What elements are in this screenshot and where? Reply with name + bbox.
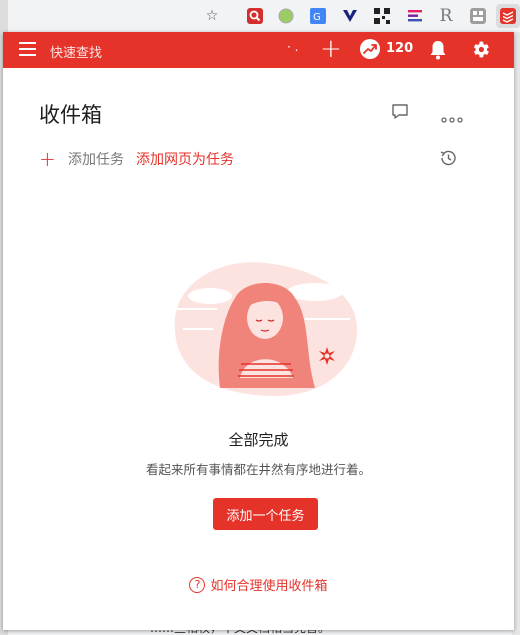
loading-dots: · . (287, 40, 299, 54)
comment-icon[interactable] (391, 103, 409, 120)
quick-add-button[interactable]: + (320, 35, 342, 63)
menu-icon[interactable] (19, 42, 36, 56)
add-webpage-task-link[interactable]: 添加网页为任务 (136, 149, 234, 169)
grid-ext-icon[interactable] (468, 6, 488, 26)
more-options-icon[interactable] (441, 108, 463, 123)
bell-icon[interactable] (429, 40, 447, 60)
add-task-row[interactable]: + 添加任务 添加网页为任务 (39, 147, 234, 171)
inbox-help-link[interactable]: ? 如何合理使用收件箱 (3, 575, 514, 594)
browser-toolbar: ☆ G R (0, 0, 520, 32)
karma-icon[interactable] (360, 39, 380, 59)
qr-ext-icon[interactable] (372, 6, 392, 26)
top-bar: 快速查找 · . + 120 (3, 32, 514, 68)
empty-state-subtitle: 看起来所有事情都在井然有序地进行着。 (145, 462, 371, 477)
help-icon[interactable]: ? (189, 576, 206, 593)
add-task-link[interactable]: 添加任务 (68, 149, 124, 169)
empty-state-title: 全部完成 (228, 431, 289, 449)
search-ext-icon[interactable] (245, 6, 265, 26)
translate-ext-icon[interactable]: G (308, 6, 328, 26)
circle-ext-icon[interactable] (276, 6, 296, 26)
star-icon[interactable]: ☆ (202, 6, 222, 26)
gear-icon[interactable] (470, 39, 491, 60)
add-task-button[interactable]: 添加一个任务 (213, 498, 318, 530)
page-title: 收件箱 (39, 103, 102, 127)
vpn-ext-icon[interactable] (340, 6, 360, 26)
svg-text:G: G (313, 12, 321, 23)
r-ext-icon[interactable]: R (436, 6, 456, 26)
list-ext-icon[interactable] (405, 6, 425, 26)
todoist-popup: 快速查找 · . + 120 收件箱 + 添加任务 添加网页为任务 全部完成 看… (3, 32, 514, 630)
history-icon[interactable] (438, 148, 458, 168)
all-done-illustration (165, 258, 365, 398)
add-plus-icon[interactable]: + (39, 147, 68, 171)
quick-find-input[interactable]: 快速查找 (50, 42, 102, 61)
todoist-ext-icon[interactable] (496, 4, 520, 28)
karma-count[interactable]: 120 (386, 41, 413, 56)
help-label[interactable]: 如何合理使用收件箱 (210, 575, 327, 594)
